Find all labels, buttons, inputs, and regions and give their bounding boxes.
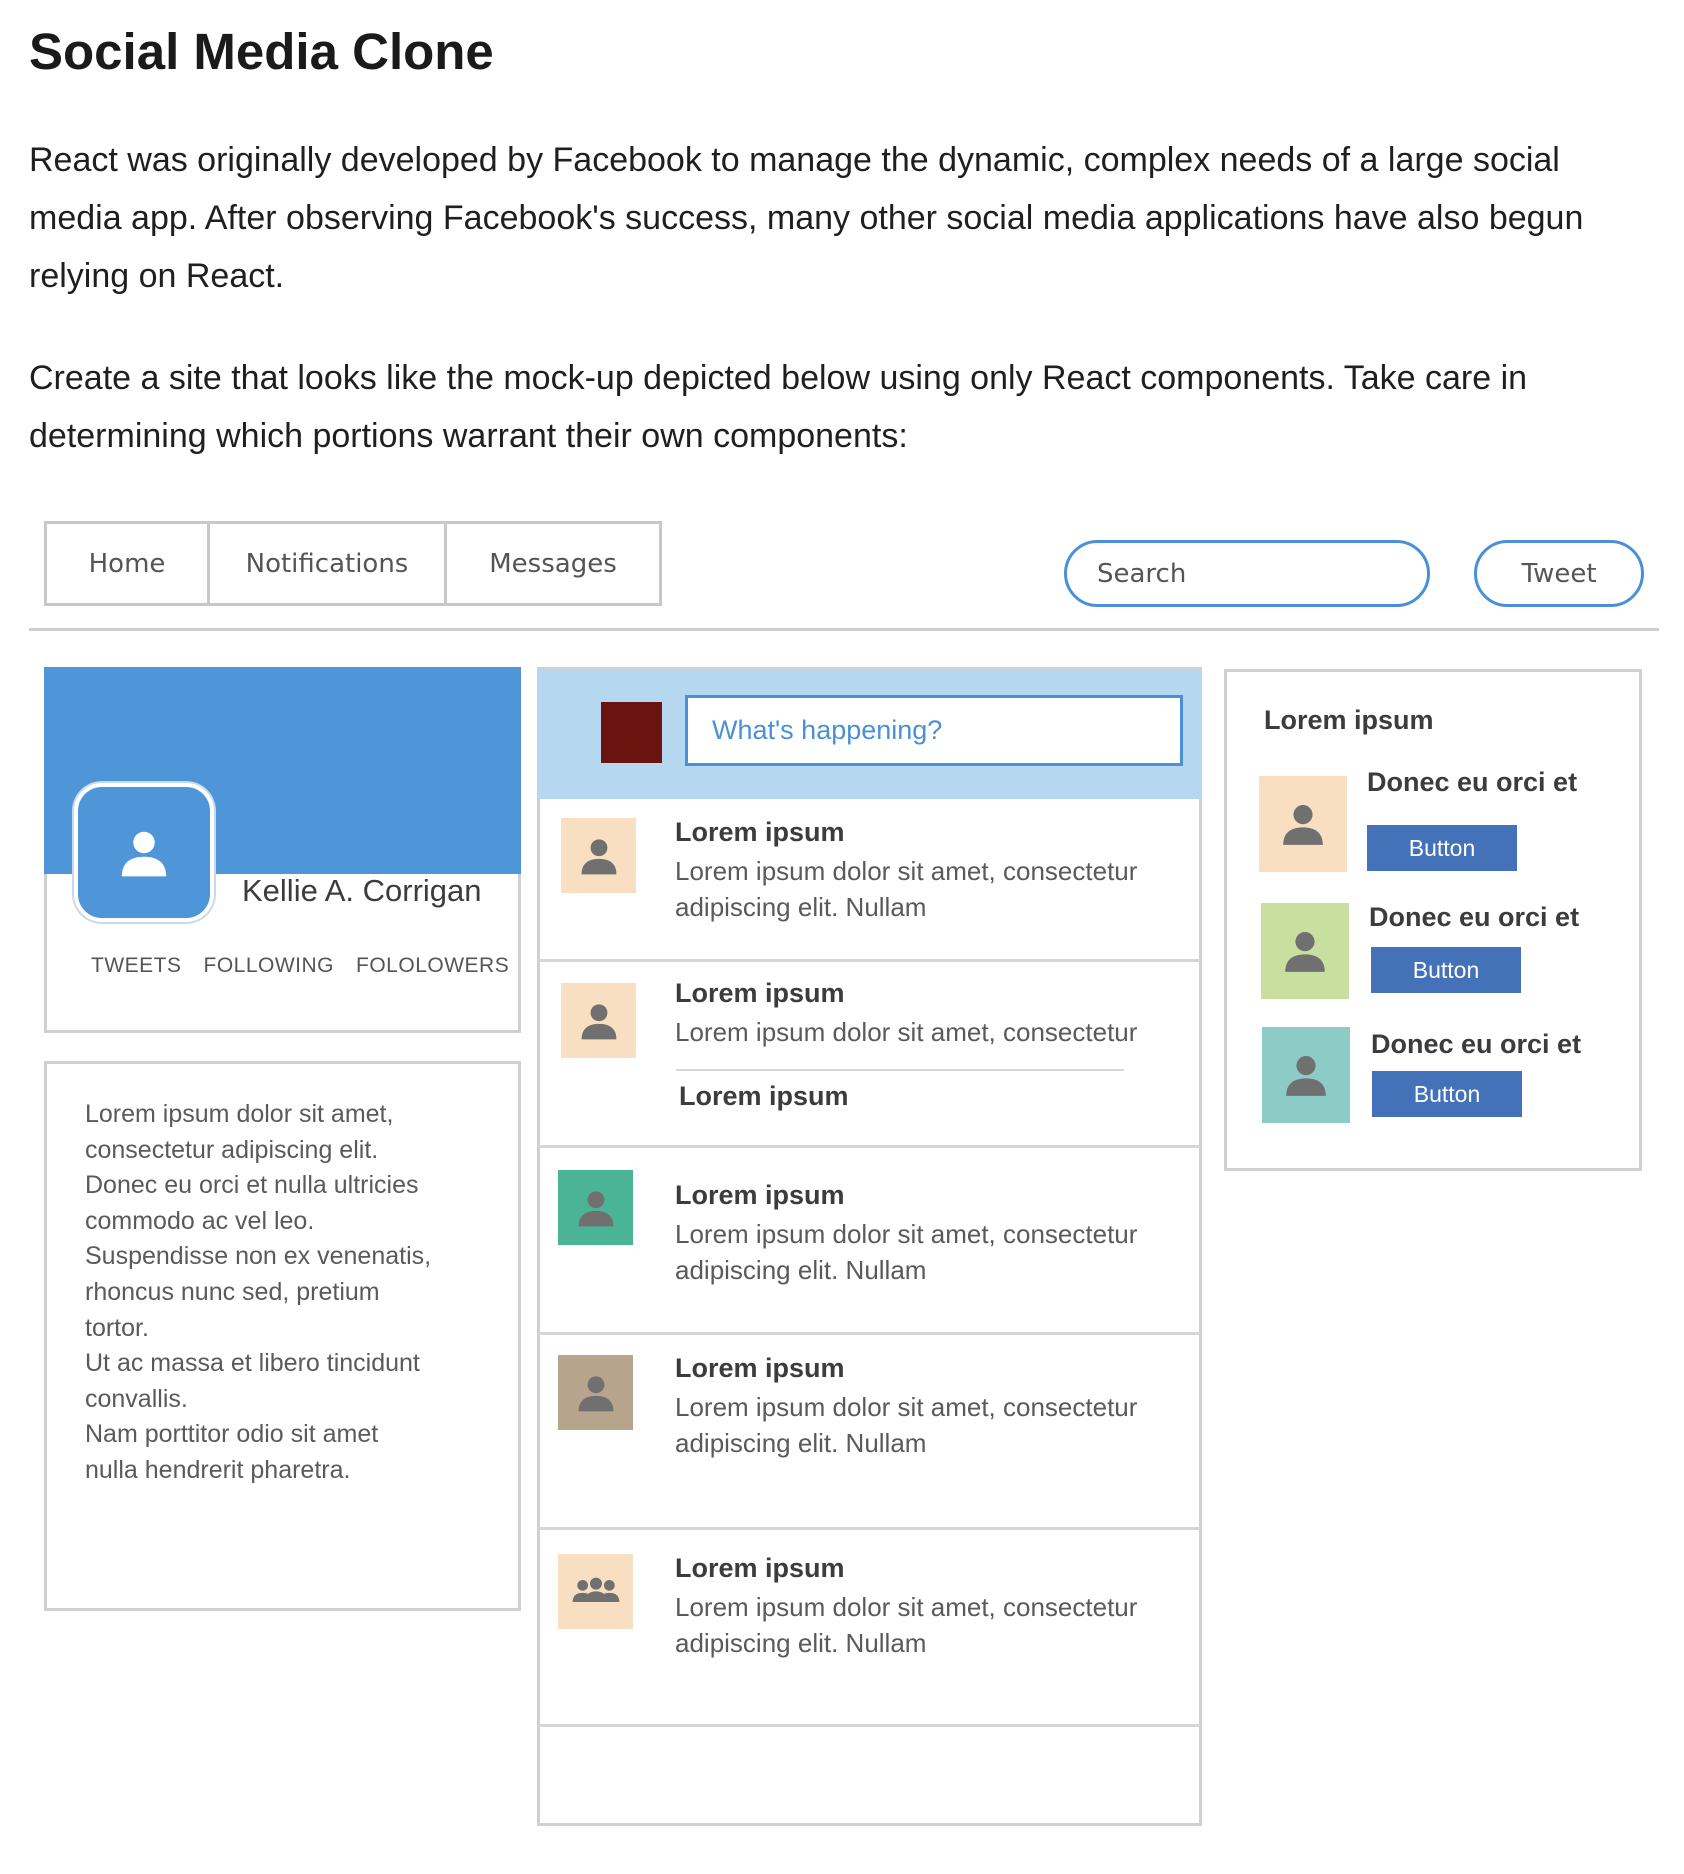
tweet-text-line: adipiscing elit. Nullam (675, 1628, 927, 1658)
page-title: Social Media Clone (29, 23, 494, 80)
about-line: commodo ac vel leo. (85, 1206, 315, 1235)
about-line: nulla hendrerit pharetra. (85, 1455, 351, 1484)
person-icon (581, 838, 616, 874)
about-line: Lorem ipsum dolor sit amet, (85, 1100, 394, 1128)
person-icon (1285, 932, 1325, 972)
profile-name: Kellie A. Corrigan (242, 873, 482, 908)
tweet-avatar[interactable] (558, 1355, 633, 1430)
suggestion-avatar[interactable] (1259, 776, 1347, 872)
compose-input[interactable]: What's happening? (685, 695, 1183, 766)
about-line: rhoncus nunc sed, pretium (85, 1277, 380, 1306)
about-line: consectetur adipiscing elit. (85, 1135, 379, 1164)
tweet-text: Lorem ipsum dolor sit amet, consectetur … (675, 1589, 1137, 1661)
about-line: tortor. (85, 1313, 149, 1342)
suggestions-heading: Lorem ipsum (1264, 705, 1434, 735)
header-divider (29, 628, 1659, 631)
suggestion-name: Donec eu orci et (1371, 1029, 1582, 1059)
tweet-avatar[interactable] (561, 983, 636, 1058)
about-line: Donec eu orci et nulla ultricies (85, 1171, 419, 1200)
intro-paragraph: React was originally developed by Facebo… (29, 131, 1669, 305)
compose-avatar (601, 702, 662, 763)
group-icon (572, 1577, 619, 1602)
tweet-text: Lorem ipsum dolor sit amet, consectetur … (675, 853, 1137, 925)
suggestion-avatar[interactable] (1262, 1027, 1350, 1123)
tweet-text-line: adipiscing elit. Nullam (675, 892, 927, 922)
tweet-avatar[interactable] (558, 1170, 633, 1245)
nav-tab-notifications[interactable]: Notifications (207, 521, 447, 606)
paragraph-line: relying on React. (29, 257, 285, 295)
follow-button[interactable]: Button (1367, 825, 1517, 871)
about-line: Nam porttitor odio sit amet (85, 1420, 379, 1449)
tweet-text: Lorem ipsum dolor sit amet, consectetur … (675, 1389, 1137, 1461)
about-line: Ut ac massa et libero tincidunt (85, 1349, 420, 1378)
profile-stats: TWEETS FOLLOWING FOLOLOWERS (91, 954, 531, 978)
person-icon (578, 1190, 613, 1226)
instructions-paragraph: Create a site that looks like the mock-u… (29, 349, 1669, 465)
person-icon (578, 1375, 613, 1411)
paragraph-line: React was originally developed by Facebo… (29, 141, 1560, 179)
tweet-divider (539, 959, 1200, 962)
tweet-text-line: Lorem ipsum dolor sit amet, consectetur (675, 1592, 1138, 1622)
stat-following[interactable]: FOLLOWING (204, 954, 335, 977)
about-line: Suspendisse non ex venenatis, (85, 1242, 432, 1271)
tweet-author: Lorem ipsum (675, 978, 845, 1008)
paragraph-line: determining which portions warrant their… (29, 417, 908, 455)
stat-tweets[interactable]: TWEETS (91, 954, 182, 977)
follow-button[interactable]: Button (1371, 947, 1521, 993)
person-icon (1283, 805, 1323, 845)
tweet-avatar[interactable] (558, 1554, 633, 1629)
tweet-text-line: Lorem ipsum dolor sit amet, consectetur (675, 856, 1138, 886)
tweet-divider (539, 1527, 1200, 1530)
suggestion-name: Donec eu orci et (1369, 902, 1580, 932)
tweet-button[interactable]: Tweet (1474, 540, 1644, 607)
tweet-text-line: adipiscing elit. Nullam (675, 1255, 927, 1285)
tweet-divider (539, 1724, 1200, 1727)
tweet-divider (539, 1145, 1200, 1148)
profile-avatar[interactable] (74, 783, 214, 922)
person-icon (1286, 1056, 1326, 1096)
stat-followers[interactable]: FOLOLOWERS (356, 954, 509, 977)
suggestion-avatar[interactable] (1261, 903, 1349, 999)
follow-button[interactable]: Button (1372, 1071, 1522, 1117)
tweet-author: Lorem ipsum (675, 1553, 845, 1583)
tweet-text-line: adipiscing elit. Nullam (675, 1428, 927, 1458)
suggestion-name: Donec eu orci et (1367, 767, 1578, 797)
tweet-author: Lorem ipsum (675, 817, 845, 847)
about-text: Lorem ipsum dolor sit amet, consectetur … (85, 1097, 485, 1489)
person-icon (581, 1003, 616, 1039)
nav-tab-messages[interactable]: Messages (444, 521, 662, 606)
tweet-text-line: Lorem ipsum dolor sit amet, consectetur (675, 1392, 1138, 1422)
paragraph-line: media app. After observing Facebook's su… (29, 199, 1584, 237)
reply-author: Lorem ipsum (679, 1081, 849, 1111)
tweet-author: Lorem ipsum (675, 1353, 845, 1383)
tweet-text: Lorem ipsum dolor sit amet, consectetur … (675, 1216, 1137, 1288)
nav-tab-home[interactable]: Home (44, 521, 210, 606)
reply-divider (676, 1069, 1124, 1071)
paragraph-line: Create a site that looks like the mock-u… (29, 359, 1528, 397)
tweet-text-line: Lorem ipsum dolor sit amet, consectetur (675, 1017, 1138, 1047)
search-input[interactable]: Search (1064, 540, 1430, 607)
about-line: convallis. (85, 1384, 188, 1413)
tweet-divider (539, 1332, 1200, 1335)
tweet-text-line: Lorem ipsum dolor sit amet, consectetur (675, 1219, 1138, 1249)
tweet-author: Lorem ipsum (675, 1180, 845, 1210)
tweet-text: Lorem ipsum dolor sit amet, consectetur (675, 1014, 1137, 1050)
tweet-avatar[interactable] (561, 818, 636, 893)
person-icon (121, 831, 167, 876)
